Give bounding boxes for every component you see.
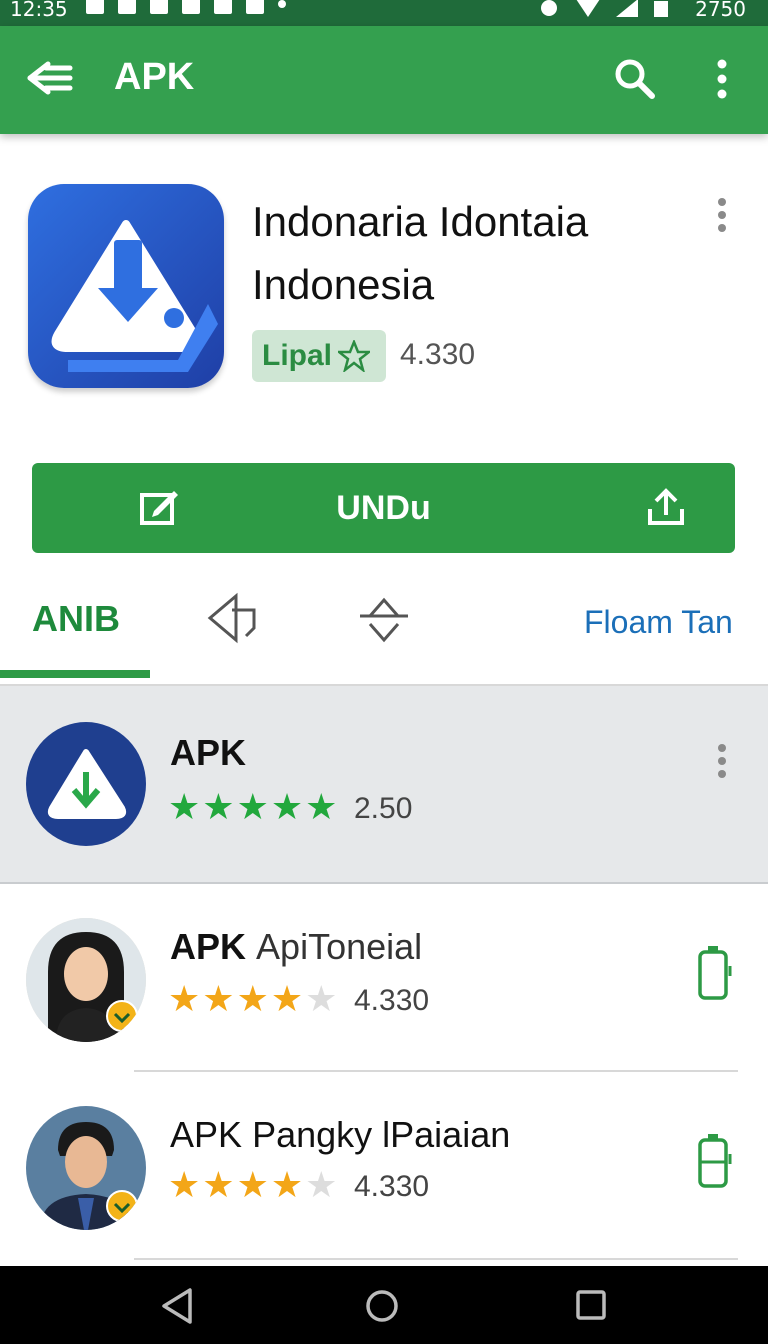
battery-icon [654, 1, 668, 17]
tab-floam-tan[interactable]: Floam Tan [584, 604, 733, 641]
install-button[interactable]: UNDu [32, 463, 735, 553]
app-category-badge[interactable]: Lipal [252, 330, 386, 382]
star-icon: ★ [202, 787, 235, 828]
install-button-label: UNDu [336, 489, 431, 527]
star-icon: ★ [236, 979, 269, 1020]
status-battery: 2750 [695, 0, 746, 21]
download-triangle-icon [51, 220, 218, 372]
tab-anib[interactable]: ANIB [32, 598, 120, 640]
phone-icon[interactable] [696, 1132, 736, 1190]
user-avatar [26, 1106, 146, 1230]
more-vert-icon[interactable] [712, 56, 732, 102]
star-icon: ★ [270, 1165, 304, 1206]
search-icon[interactable] [612, 56, 658, 102]
home-nav-icon[interactable] [364, 1288, 400, 1324]
tab-indicator [0, 670, 150, 678]
back-arrow-tab-icon[interactable] [206, 592, 262, 644]
app-avatar [26, 722, 146, 846]
star-rating: ★ ★ ★ ★ ★ [168, 982, 337, 1018]
list-divider [134, 1258, 738, 1260]
badge-label: Lipal [262, 339, 333, 372]
alarm-icon [541, 0, 557, 16]
notification-dot-icon [278, 0, 286, 8]
list-item-title-text: APK [170, 732, 247, 773]
phone-icon[interactable] [696, 944, 736, 1002]
list-item-rating: 2.50 [354, 792, 413, 825]
app-rating: 4.330 [400, 338, 476, 371]
recents-nav-icon[interactable] [574, 1288, 608, 1322]
app-icon [28, 184, 224, 388]
more-vert-icon[interactable] [714, 742, 730, 782]
notification-icons [86, 0, 286, 14]
share-icon [648, 488, 684, 525]
list-item-title: APK ApiToneial [170, 926, 422, 968]
swap-arrows-tab-icon[interactable] [356, 594, 412, 644]
user-avatar [26, 918, 146, 1042]
star-rating: ★ ★ ★ ★ ★ [168, 790, 337, 826]
star-outline-icon [338, 340, 371, 372]
app-bar: APK [0, 26, 768, 134]
signal-icon [616, 0, 638, 17]
system-icons [538, 0, 668, 18]
star-empty-icon: ★ [305, 1165, 338, 1206]
system-nav-bar [0, 1266, 768, 1344]
star-icon: ★ [270, 787, 304, 828]
star-icon: ★ [202, 1165, 235, 1206]
download-badge-icon [106, 1190, 138, 1222]
star-empty-icon: ★ [305, 979, 338, 1020]
download-triangle-icon [47, 749, 127, 819]
star-rating: ★ ★ ★ ★ ★ [168, 1168, 337, 1204]
list-item-title-text: APK [170, 926, 247, 967]
download-badge-icon [106, 1000, 138, 1032]
star-icon: ★ [168, 979, 201, 1020]
star-icon: ★ [168, 787, 201, 828]
app-name: Indonaria Idontaia Indonesia [252, 198, 589, 308]
star-icon: ★ [236, 787, 269, 828]
notification-icon [214, 0, 232, 14]
star-icon: ★ [236, 1165, 269, 1206]
list-item-subtitle: ApiToneial [256, 926, 423, 967]
list-item-title-text: APK [170, 1114, 243, 1155]
status-bar: 12:35 2750 [0, 0, 768, 26]
notification-icon [86, 0, 104, 14]
wifi-icon [576, 0, 600, 17]
list-item-rating: 4.330 [354, 984, 430, 1017]
back-nav-icon[interactable] [160, 1288, 194, 1324]
list-item-subtitle: Pangky lPaiaian [252, 1114, 511, 1155]
status-time: 12:35 [10, 0, 68, 21]
notification-icon [246, 0, 264, 14]
notification-icon [150, 0, 168, 14]
more-vert-icon[interactable] [714, 196, 730, 236]
star-icon: ★ [168, 1165, 201, 1206]
list-item-title: APK Pangky lPaiaian [170, 1114, 510, 1156]
notification-icon [118, 0, 136, 14]
star-icon: ★ [305, 787, 338, 828]
hamburger-icon[interactable] [26, 60, 74, 96]
list-item-rating: 4.330 [354, 1170, 430, 1203]
list-divider [134, 1070, 738, 1072]
app-bar-title: APK [114, 56, 195, 98]
list-item-title: APK [170, 732, 246, 774]
star-icon: ★ [270, 979, 304, 1020]
star-icon: ★ [202, 979, 235, 1020]
notification-icon [182, 0, 200, 14]
